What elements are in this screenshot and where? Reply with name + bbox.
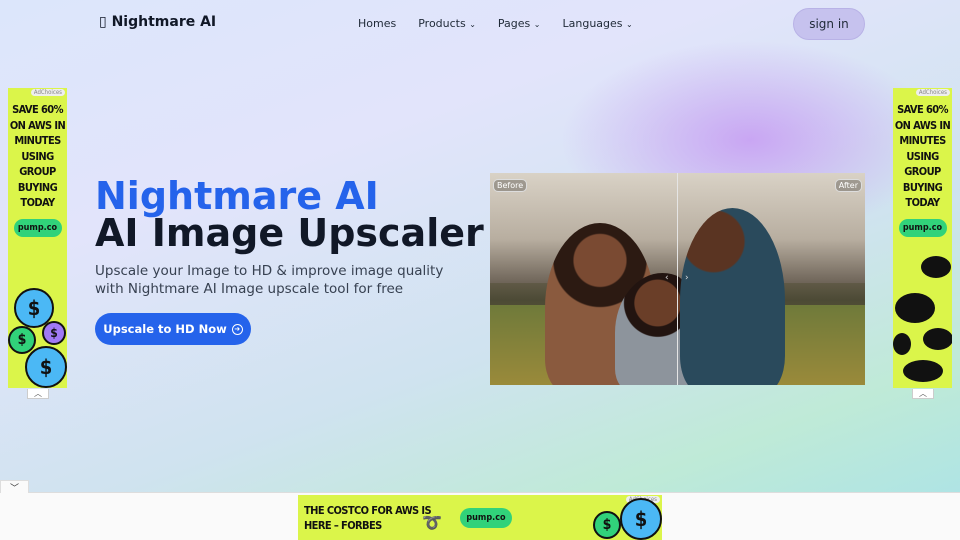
- chevron-left-icon: ‹: [665, 273, 669, 283]
- adchoices-label[interactable]: AdChoices: [915, 89, 950, 96]
- chevron-down-icon: ﹀: [9, 483, 19, 494]
- dollar-coin-icon: $: [42, 321, 66, 345]
- logo-text: Nightmare AI: [111, 14, 217, 30]
- hero-subtitle: Upscale your Image to HD & improve image…: [95, 263, 444, 297]
- sign-in-button[interactable]: sign in: [793, 8, 865, 40]
- nav-pages-label: Pages: [497, 17, 531, 30]
- chevron-down-icon: ⌄: [533, 20, 541, 29]
- piggy-bank-icon: [895, 293, 935, 323]
- ad-text: SAVE 60% ON AWS IN MINUTES USING GROUP B…: [9, 103, 66, 209]
- after-label: After: [834, 179, 862, 192]
- piggy-bank-icon: [921, 256, 951, 278]
- before-after-comparison[interactable]: ‹ › Before After: [490, 173, 865, 385]
- arrow-right-circle-icon: ➜: [231, 323, 243, 335]
- nav-products-label: Products: [418, 17, 466, 30]
- chevron-down-icon: ⌄: [626, 20, 633, 29]
- upscale-button-label: Upscale to HD Now: [103, 322, 227, 336]
- ad-brand-button[interactable]: pump.co: [13, 218, 62, 237]
- main-nav: Homes Products ⌄ Pages ⌄ Languages ⌄: [358, 17, 655, 30]
- chevron-down-icon: ⌄: [469, 20, 476, 29]
- dollar-coin-icon: $: [620, 498, 662, 540]
- nav-pages[interactable]: Pages ⌄: [498, 17, 541, 30]
- collapse-ad-button[interactable]: ︿: [912, 389, 934, 399]
- ad-brand-button[interactable]: pump.co: [898, 218, 947, 237]
- piggy-bank-icon: [903, 360, 943, 382]
- arrow-doodle-icon: ➰: [422, 513, 442, 532]
- collapse-bottom-ad-button[interactable]: ﹀: [0, 480, 29, 494]
- collapse-ad-button[interactable]: ︿: [27, 389, 49, 399]
- chevron-up-icon: ︿: [34, 389, 42, 398]
- chevron-up-icon: ︿: [919, 389, 927, 398]
- before-label: Before: [493, 179, 528, 192]
- nav-languages-label: Languages: [562, 17, 623, 30]
- right-ad[interactable]: AdChoices SAVE 60% ON AWS IN MINUTES USI…: [893, 88, 952, 388]
- piggy-bank-icon: [923, 328, 952, 350]
- left-ad[interactable]: AdChoices SAVE 60% ON AWS IN MINUTES USI…: [8, 88, 67, 388]
- dollar-coin-icon: $: [25, 346, 67, 388]
- nav-languages[interactable]: Languages ⌄: [563, 17, 633, 30]
- ad-text: SAVE 60% ON AWS IN MINUTES USING GROUP B…: [894, 103, 951, 209]
- ad-text: THE COSTCO FOR AWS IS HERE – FORBES: [304, 504, 432, 532]
- man-figure: [680, 208, 785, 385]
- dollar-coin-icon: $: [593, 511, 621, 539]
- broken-image-icon: ▯: [99, 14, 107, 30]
- comparison-slider-handle[interactable]: [677, 173, 678, 385]
- adchoices-label[interactable]: AdChoices: [30, 89, 65, 96]
- nav-products[interactable]: Products ⌄: [418, 17, 476, 30]
- chevron-right-icon: ›: [685, 273, 689, 283]
- hero-title: AI Image Upscaler: [95, 211, 484, 255]
- nav-homes[interactable]: Homes: [358, 17, 396, 30]
- piggy-bank-icon: [893, 333, 911, 355]
- logo[interactable]: ▯ Nightmare AI: [99, 14, 216, 30]
- ad-brand-button[interactable]: pump.co: [460, 508, 512, 528]
- upscale-button[interactable]: Upscale to HD Now ➜: [95, 313, 251, 345]
- bottom-ad[interactable]: THE COSTCO FOR AWS IS HERE – FORBES ➰ pu…: [298, 495, 662, 540]
